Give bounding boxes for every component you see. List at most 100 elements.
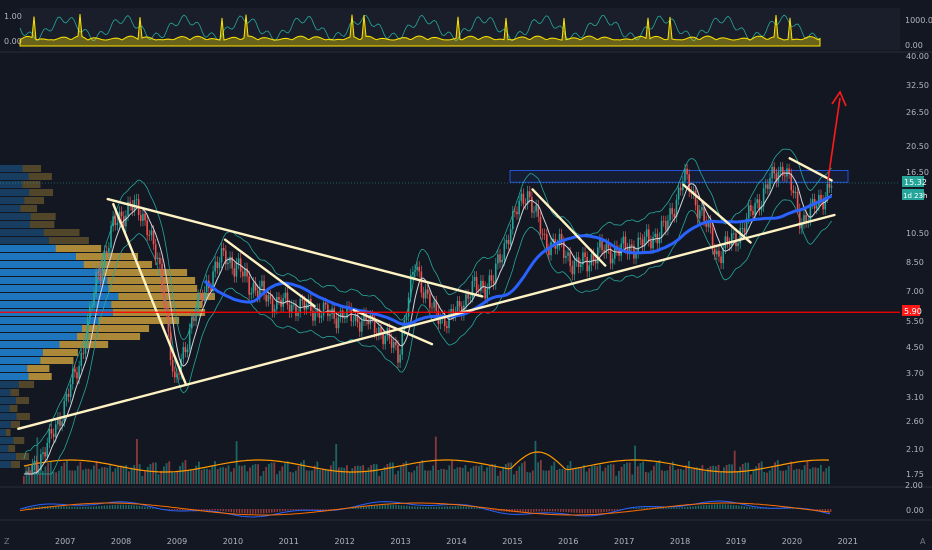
chart-canvas[interactable]: 1.00 0.00 1000.00 0.00 40.00 32.50 26.50 20… [0, 0, 932, 550]
macd-histogram-bar [473, 507, 475, 509]
macd-histogram-bar [182, 509, 184, 511]
candle-body [767, 184, 769, 189]
time-tick-label: 2014 [446, 537, 466, 546]
macd-histogram-bar [713, 504, 716, 509]
volume-bar [410, 472, 413, 484]
candle-body [641, 239, 644, 247]
macd-histogram-bar [630, 508, 632, 509]
candle-body [69, 384, 72, 397]
volume-bar [162, 466, 165, 484]
candle-body [535, 205, 537, 212]
macd-histogram-bar [376, 504, 378, 509]
osc-right-label-max: 1000.00 [905, 16, 932, 25]
candle-body [426, 289, 429, 294]
candle-body [199, 294, 202, 296]
profile-bar-down [28, 373, 52, 380]
volume-bar [173, 472, 176, 484]
volume-bar [758, 463, 760, 484]
volume-bar [623, 464, 626, 484]
candle-body [597, 247, 599, 264]
profile-bar-up [0, 165, 23, 172]
time-tick-label: 2011 [279, 537, 299, 546]
volume-bar [658, 460, 661, 484]
macd-histogram-bar [697, 505, 700, 509]
volume-bar [663, 470, 666, 484]
candle-body [156, 257, 159, 260]
profile-bar-up [0, 405, 10, 412]
candle-body [99, 273, 102, 281]
candle-body [701, 207, 703, 211]
macd-histogram-bar [381, 504, 384, 509]
volume-bar [267, 464, 270, 484]
candle-body [528, 191, 531, 197]
macd-histogram-bar [576, 509, 578, 513]
macd-histogram-bar [813, 509, 816, 510]
macd-histogram-bar [176, 509, 178, 511]
volume-bar [634, 445, 636, 484]
macd-histogram-bar [238, 509, 241, 514]
profile-bar-down [59, 341, 109, 348]
candle-body [237, 258, 240, 264]
volume-bar [184, 460, 187, 484]
macd-histogram-bar [398, 505, 400, 509]
candle-body [125, 215, 127, 227]
volume-bar [424, 470, 426, 484]
volume-bar [47, 463, 50, 484]
auto-scale-icon[interactable]: A [920, 537, 926, 546]
profile-bar-down [30, 213, 56, 220]
volume-bar [591, 466, 593, 484]
candle-body [662, 220, 665, 222]
candle-body [284, 292, 287, 299]
candle-body [401, 330, 404, 355]
volume-bar [426, 470, 429, 484]
macd-histogram-bar [676, 507, 678, 509]
candle-body [167, 312, 170, 332]
volume-bar [421, 460, 424, 484]
volume-bar [771, 465, 774, 484]
volume-bar [553, 461, 556, 484]
volume-bar [230, 471, 233, 484]
macd-histogram-bar [740, 505, 743, 509]
volume-bar [432, 465, 435, 484]
candle-body [388, 328, 391, 339]
candle-body [730, 233, 733, 246]
macd-histogram-bar [427, 506, 430, 509]
candle-body [514, 211, 516, 213]
macd-histogram-bar [430, 506, 432, 509]
time-axis[interactable]: 2007 2008 2009 2010 2011 2012 2013 2014 2015 2016… [55, 537, 858, 546]
macd-histogram-bar [268, 509, 270, 513]
profile-bar-up [0, 261, 84, 268]
volume-bar [461, 467, 464, 484]
profile-bar-down [24, 197, 45, 204]
volume-bar [227, 465, 230, 484]
support-price-label: 5.90 [904, 307, 922, 316]
macd-histogram-bar [122, 504, 124, 509]
candle-body [152, 230, 155, 245]
candle-body [469, 297, 472, 299]
macd-histogram-bar [28, 507, 30, 509]
profile-bar-down [81, 325, 150, 332]
profile-bar-down [40, 357, 74, 364]
macd-histogram-bar [468, 506, 470, 509]
volume-bar [542, 470, 545, 484]
volume-bar [550, 465, 553, 484]
volume-bar [526, 471, 529, 484]
volume-bar [251, 465, 254, 484]
volume-bar [518, 466, 521, 484]
volume-bar [717, 464, 720, 484]
volume-bar [803, 465, 806, 484]
volume-bar [599, 464, 601, 484]
macd-histogram-bar [673, 507, 675, 509]
timezone-icon[interactable]: Z [4, 537, 10, 546]
volume-bar [488, 465, 491, 484]
candle-body [295, 304, 297, 316]
macd-histogram-bar [746, 506, 748, 509]
candle-body [112, 216, 114, 227]
time-tick-label: 2009 [167, 537, 187, 546]
candle-body [184, 346, 187, 353]
volume-bar [682, 469, 685, 484]
macd-histogram-bar [611, 509, 613, 512]
candle-body [252, 282, 255, 293]
macd-histogram-bar [695, 505, 697, 509]
candle-body [648, 229, 650, 241]
